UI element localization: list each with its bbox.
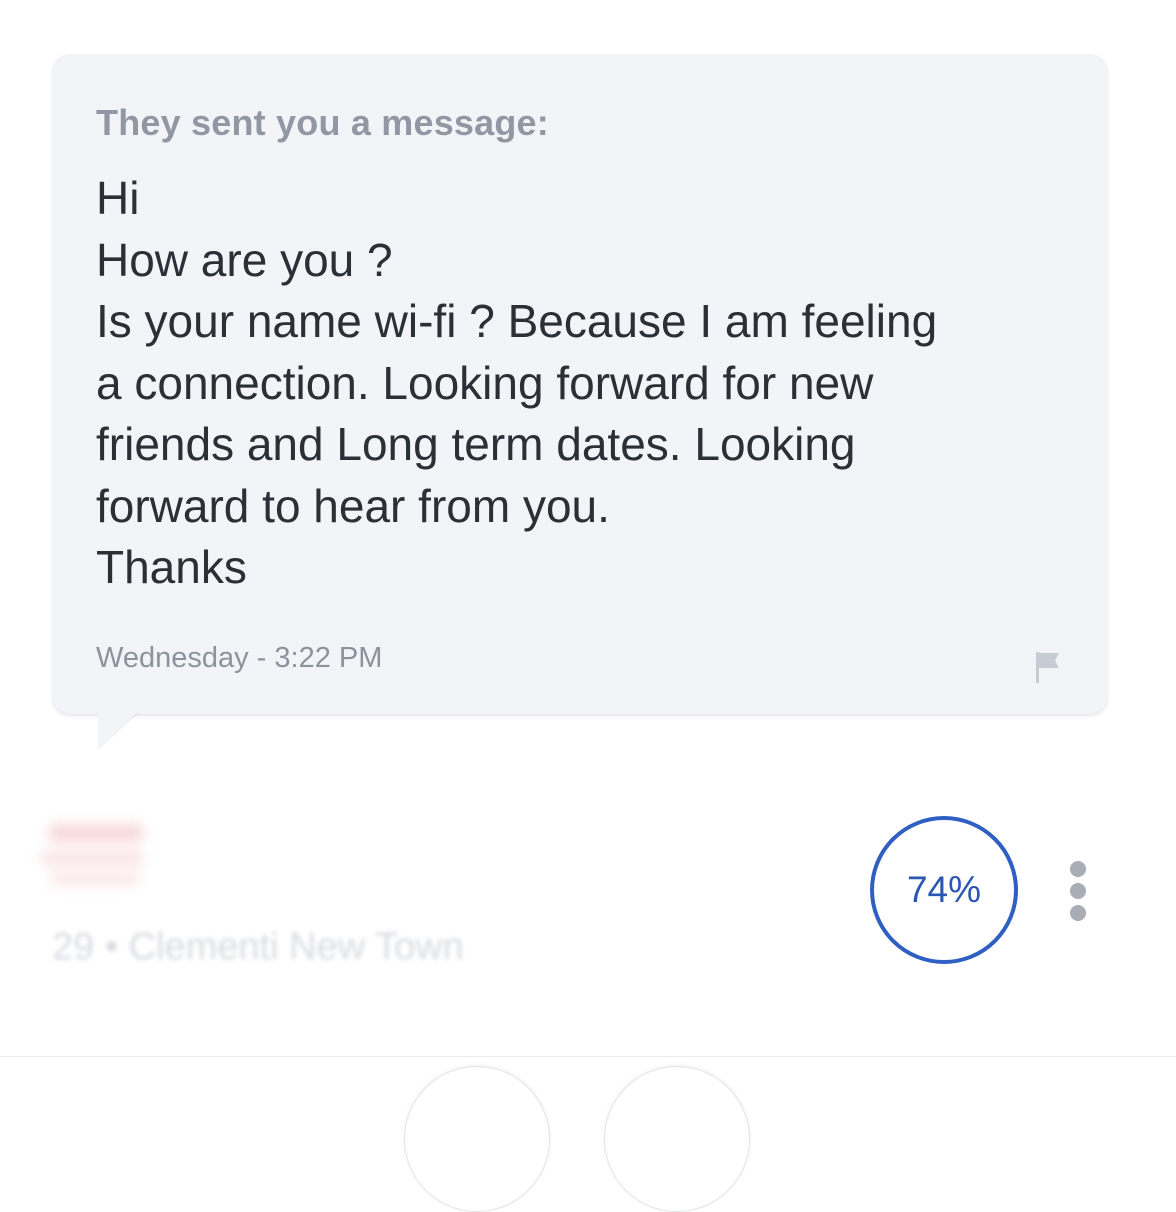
message-line: forward to hear from you. xyxy=(96,479,610,532)
more-vertical-icon[interactable] xyxy=(1062,860,1094,926)
message-card: They sent you a message: Hi How are you … xyxy=(52,54,1108,714)
flag-icon[interactable] xyxy=(1034,650,1062,684)
action-button-right[interactable] xyxy=(604,1066,750,1212)
message-line: Hi xyxy=(96,172,140,224)
message-line: friends and Long term dates. Looking xyxy=(96,418,856,470)
message-intro: They sent you a message: xyxy=(96,102,549,143)
message-line: How are you ? xyxy=(96,233,393,286)
message-body: Hi How are you ? Is your name wi-fi ? Be… xyxy=(96,168,1056,599)
message-line: Is your name wi-fi ? Because I am feelin… xyxy=(96,295,938,347)
match-percentage-badge[interactable]: 74% xyxy=(870,816,1018,964)
profile-name-blurred[interactable] xyxy=(40,818,148,892)
bubble-tail xyxy=(98,712,138,748)
profile-location: 29 • Clementi New Town xyxy=(52,926,464,968)
message-line: Thanks xyxy=(96,541,247,593)
message-timestamp: Wednesday - 3:22 PM xyxy=(96,642,383,674)
action-button-left[interactable] xyxy=(404,1066,550,1212)
message-line: a connection. Looking forward for new xyxy=(96,356,874,409)
divider xyxy=(0,1056,1176,1057)
